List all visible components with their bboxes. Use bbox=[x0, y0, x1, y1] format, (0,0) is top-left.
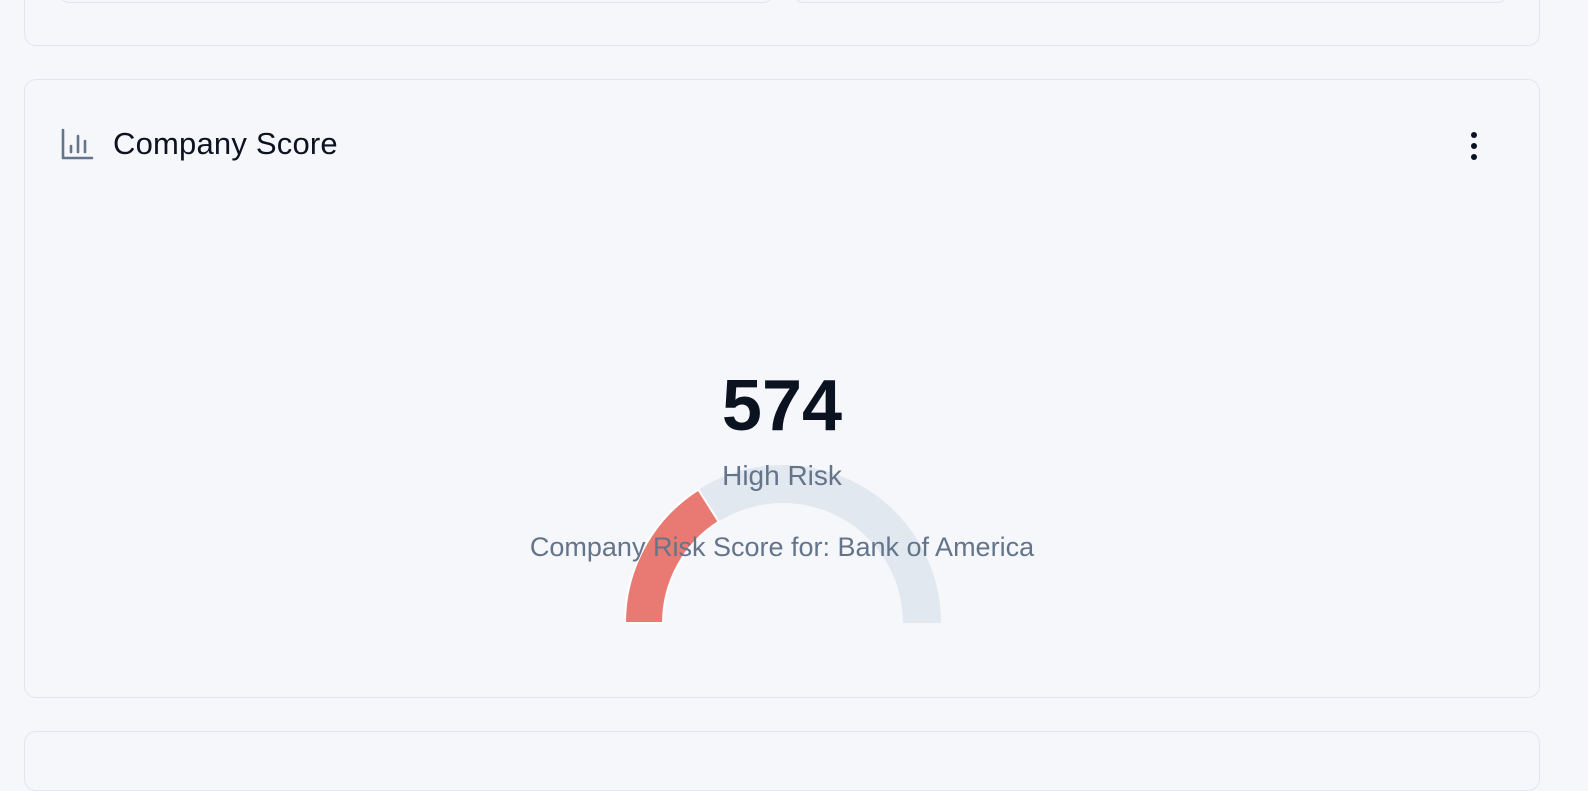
more-options-button[interactable] bbox=[1459, 126, 1489, 166]
risk-level-label: High Risk bbox=[722, 460, 842, 491]
next-card bbox=[24, 731, 1540, 791]
score-value: 574 bbox=[721, 366, 843, 446]
bar-chart-icon bbox=[61, 128, 94, 160]
company-score-card: Company Score 574 High Risk Company Risk… bbox=[24, 79, 1540, 698]
card-title: Company Score bbox=[113, 126, 338, 161]
top-right-panel bbox=[792, 0, 1509, 3]
top-left-panel bbox=[58, 0, 775, 3]
top-card bbox=[24, 0, 1540, 46]
more-vertical-icon bbox=[1471, 132, 1477, 160]
card-header: Company Score bbox=[59, 126, 338, 162]
score-caption: Company Risk Score for: Bank of America bbox=[529, 532, 1035, 562]
